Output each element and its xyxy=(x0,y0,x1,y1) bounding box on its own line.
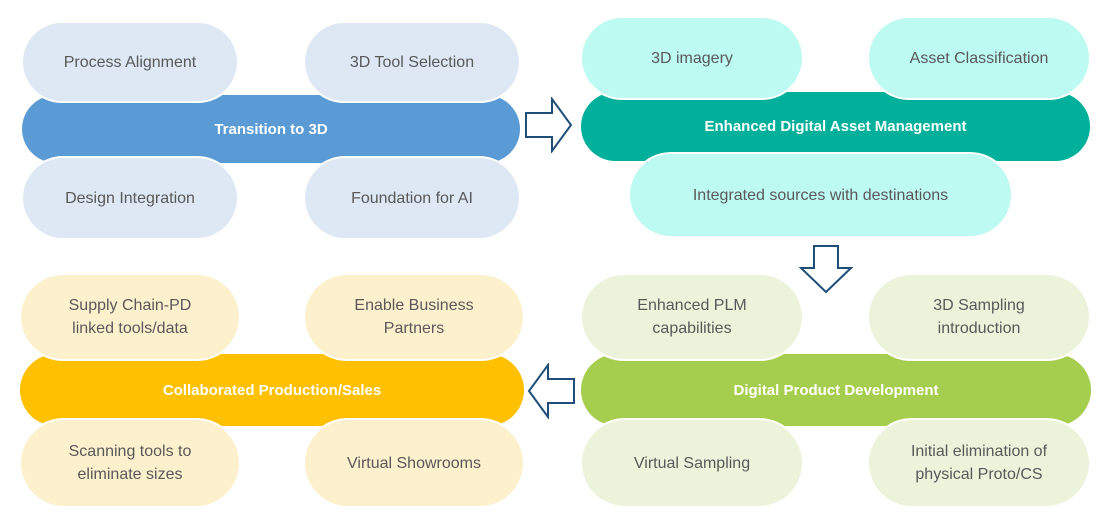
item-foundation-for-ai: Foundation for AI xyxy=(303,156,521,240)
arrow-down-icon xyxy=(798,245,854,294)
item-virtual-showrooms: Virtual Showrooms xyxy=(303,418,525,508)
stage-bar-collaborated-production-sales: Collaborated Production/Sales xyxy=(20,354,524,426)
item-initial-elimination: Initial elimination of physical Proto/CS xyxy=(867,418,1091,508)
item-asset-classification: Asset Classification xyxy=(867,16,1091,100)
item-3d-sampling-introduction: 3D Sampling introduction xyxy=(867,273,1091,361)
arrow-left-icon xyxy=(527,363,575,419)
stage-title: Digital Product Development xyxy=(733,381,939,399)
item-integrated-sources: Integrated sources with destinations xyxy=(628,152,1013,238)
item-enable-business-partners: Enable Business Partners xyxy=(303,273,525,361)
arrow-right-icon xyxy=(525,97,573,153)
item-design-integration: Design Integration xyxy=(21,156,239,240)
stage-title: Collaborated Production/Sales xyxy=(162,381,382,399)
stage-bar-transition-to-3d: Transition to 3D xyxy=(22,95,520,163)
stage-bar-enhanced-digital-asset-management: Enhanced Digital Asset Management xyxy=(581,92,1090,161)
item-process-alignment: Process Alignment xyxy=(21,21,239,103)
item-supply-chain-pd: Supply Chain-PD linked tools/data xyxy=(19,273,241,361)
item-scanning-tools: Scanning tools to eliminate sizes xyxy=(19,418,241,508)
stage-bar-digital-product-development: Digital Product Development xyxy=(581,354,1091,426)
item-3d-tool-selection: 3D Tool Selection xyxy=(303,21,521,103)
item-3d-imagery: 3D imagery xyxy=(580,16,804,100)
stage-title: Enhanced Digital Asset Management xyxy=(704,118,967,135)
stage-title: Transition to 3D xyxy=(214,120,328,138)
item-virtual-sampling: Virtual Sampling xyxy=(580,418,804,508)
item-enhanced-plm: Enhanced PLM capabilities xyxy=(580,273,804,361)
